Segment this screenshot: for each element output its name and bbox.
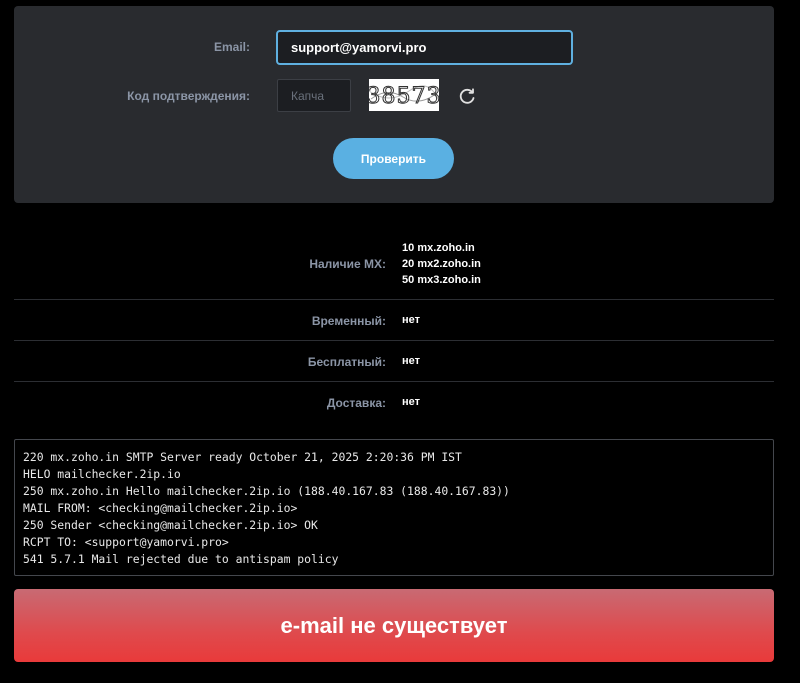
captcha-image: 38573 — [369, 79, 439, 111]
mx-record: 50 mx3.zoho.in — [402, 274, 481, 286]
temporary-label: Временный: — [311, 314, 386, 328]
smtp-log-line: 220 mx.zoho.in SMTP Server ready October… — [23, 450, 462, 464]
mx-record: 20 mx2.zoho.in — [402, 258, 481, 270]
smtp-log-line: 250 mx.zoho.in Hello mailchecker.2ip.io … — [23, 484, 510, 498]
verdict-text: e-mail не существует — [280, 612, 508, 638]
result-row-free: Бесплатный: нет — [14, 341, 774, 382]
temporary-value: нет — [402, 314, 421, 326]
results-table: Наличие MX: 10 mx.zoho.in 20 mx2.zoho.in… — [14, 222, 774, 423]
smtp-log-line: 541 5.7.1 Mail rejected due to antispam … — [23, 552, 339, 566]
result-row-delivery: Доставка: нет — [14, 382, 774, 423]
mx-records: 10 mx.zoho.in 20 mx2.zoho.in 50 mx3.zoho… — [402, 240, 481, 288]
check-form-panel: Email: Код подтверждения: 38573 Проверит… — [14, 6, 774, 203]
smtp-log: 220 mx.zoho.in SMTP Server ready October… — [14, 439, 774, 576]
captcha-text: 38573 — [369, 84, 439, 109]
delivery-value: нет — [402, 396, 421, 408]
email-input[interactable] — [276, 30, 573, 65]
smtp-log-line: 250 Sender <checking@mailchecker.2ip.io>… — [23, 518, 318, 532]
smtp-log-line: RCPT TO: <support@yamorvi.pro> — [23, 535, 229, 549]
mx-label: Наличие MX: — [309, 257, 386, 271]
mx-record: 10 mx.zoho.in — [402, 242, 475, 254]
check-button[interactable]: Проверить — [333, 138, 454, 179]
smtp-log-line: HELO mailchecker.2ip.io — [23, 467, 181, 481]
free-label: Бесплатный: — [307, 355, 386, 369]
email-label: Email: — [213, 40, 250, 54]
result-row-temporary: Временный: нет — [14, 300, 774, 341]
verdict-banner: e-mail не существует — [14, 589, 774, 662]
captcha-input[interactable] — [277, 79, 351, 112]
free-value: нет — [402, 355, 421, 367]
captcha-label: Код подтверждения: — [127, 89, 250, 103]
refresh-icon[interactable] — [456, 85, 478, 107]
smtp-log-line: MAIL FROM: <checking@mailchecker.2ip.io> — [23, 501, 298, 515]
delivery-label: Доставка: — [326, 396, 386, 410]
result-row-mx: Наличие MX: 10 mx.zoho.in 20 mx2.zoho.in… — [14, 222, 774, 300]
